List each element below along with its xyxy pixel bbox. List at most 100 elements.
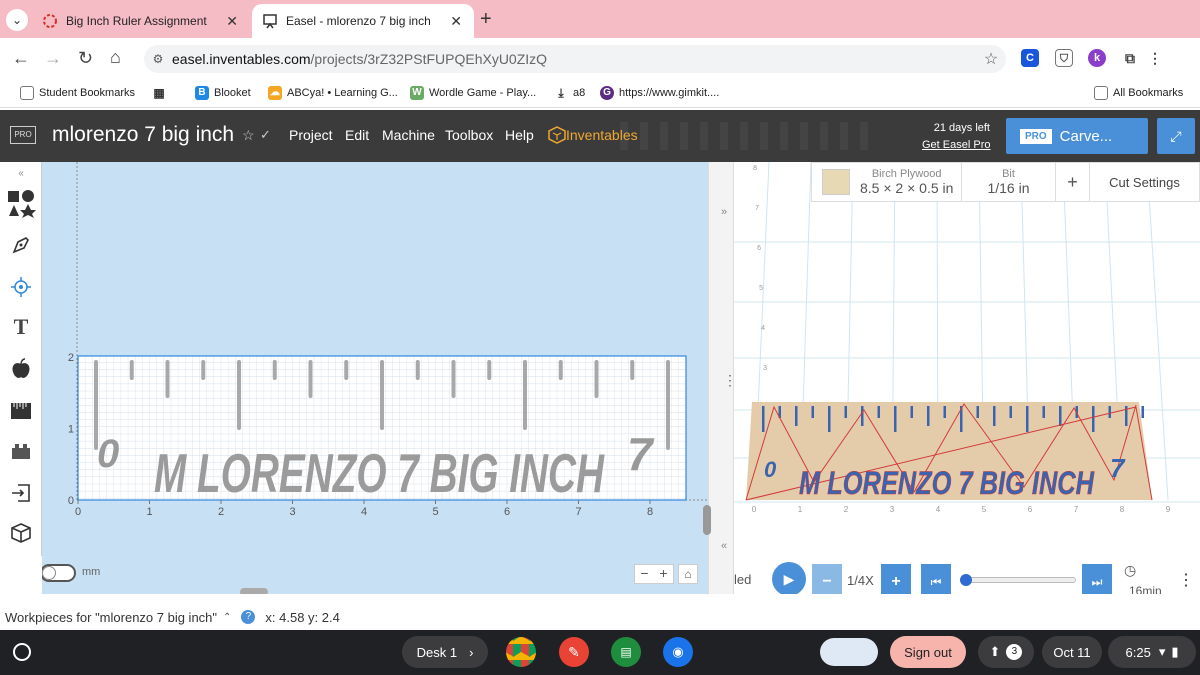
ruler-text[interactable]: M LORENZO 7 BIG INCH: [154, 442, 605, 504]
panel-splitter[interactable]: » ⋮ «: [703, 162, 737, 594]
pro-badge: PRO: [1020, 128, 1052, 144]
extension-k-icon[interactable]: k: [1088, 49, 1106, 67]
bookmark-a8[interactable]: ⤓ a8: [554, 84, 585, 102]
apps-icon[interactable]: [6, 396, 36, 426]
menu-edit[interactable]: Edit: [345, 127, 369, 143]
play-button[interactable]: ▶: [772, 562, 806, 594]
chrome-app-icon[interactable]: [505, 636, 537, 668]
3d-box-icon[interactable]: [6, 518, 36, 548]
home-icon[interactable]: ⌂: [110, 47, 121, 68]
help-icon[interactable]: ?: [241, 610, 256, 624]
holding-space-icon[interactable]: [818, 636, 880, 668]
bookmark-blooket[interactable]: B Blooket: [195, 84, 251, 102]
reload-icon[interactable]: ↻: [78, 48, 93, 69]
zoom-in-button[interactable]: +: [654, 565, 673, 583]
classroom-app-icon[interactable]: ▤: [610, 636, 642, 668]
ruler-zero-label[interactable]: 0: [97, 432, 119, 476]
bit-selector[interactable]: Bit 1/16 in: [962, 163, 1056, 201]
home-view-icon[interactable]: ⌂: [678, 564, 698, 584]
close-tab-icon[interactable]: ✕: [450, 13, 462, 30]
launcher-icon[interactable]: [10, 636, 34, 668]
bookmark-wordle[interactable]: W Wordle Game - Play...: [410, 84, 536, 102]
skip-end-button[interactable]: ⏭: [1082, 564, 1112, 594]
tab-title: Easel - mlorenzo 7 big inch: [286, 14, 431, 28]
pen-icon[interactable]: [6, 230, 36, 260]
workpieces-label[interactable]: Workpieces for "mlorenzo 7 big inch": [5, 610, 217, 625]
ruler-seven-label[interactable]: 7: [627, 428, 655, 480]
camera-app-icon[interactable]: ◉: [662, 636, 694, 668]
design-canvas[interactable]: 0 M LORENZO 7 BIG INCH 7 012 012345678 i…: [42, 162, 708, 594]
menu-help[interactable]: Help: [505, 127, 534, 143]
status-tray[interactable]: 6:25 ▾ ▮: [1108, 636, 1196, 668]
collapse-up-icon[interactable]: «: [6, 164, 36, 182]
ruler-tick: [594, 360, 599, 398]
tab-easel[interactable]: Easel - mlorenzo 7 big inch ✕: [252, 4, 474, 38]
date-display[interactable]: Oct 11: [1042, 636, 1102, 668]
add-bit-button[interactable]: +: [1056, 163, 1090, 201]
new-tab-button[interactable]: +: [480, 8, 492, 31]
material-selector[interactable]: Birch Plywood 8.5 × 2 × 0.5 in: [812, 163, 962, 201]
canvas-app-icon[interactable]: ✎: [558, 636, 590, 668]
toggle-knob: [42, 566, 56, 580]
inventables-logo[interactable]: Inventables: [548, 126, 638, 144]
back-icon[interactable]: ←: [12, 48, 30, 69]
address-bar[interactable]: ⚙ easel.inventables.com/projects/3rZ32PS…: [144, 45, 1006, 73]
close-tab-icon[interactable]: ✕: [226, 13, 238, 30]
preview-y-label: 5: [759, 285, 763, 292]
desk-switcher[interactable]: Desk 1 ›: [402, 636, 488, 668]
bookmark-star-icon[interactable]: ☆: [976, 49, 1006, 69]
ruler-tick: [129, 360, 134, 380]
all-bookmarks[interactable]: All Bookmarks: [1094, 84, 1183, 102]
expand-right-icon[interactable]: »: [721, 206, 727, 218]
progress-knob[interactable]: [960, 574, 972, 586]
star-icon[interactable]: ☆: [242, 127, 255, 144]
cut-label: led: [734, 572, 752, 587]
menu-machine[interactable]: Machine: [382, 127, 435, 143]
zoom-out-button[interactable]: −: [635, 565, 654, 583]
status-bar: Workpieces for "mlorenzo 7 big inch" ⌃ ?…: [0, 604, 720, 630]
extensions-puzzle-icon[interactable]: ⧉: [1121, 49, 1139, 67]
collapse-left-icon[interactable]: «: [721, 540, 727, 552]
cut-settings-button[interactable]: Cut Settings: [1090, 163, 1199, 201]
shapes-icon[interactable]: [6, 188, 36, 218]
get-easel-pro-link[interactable]: Get Easel Pro: [922, 139, 990, 151]
notification-tray[interactable]: ⬆ 3: [978, 636, 1034, 668]
import-icon[interactable]: [6, 478, 36, 508]
speed-up-button[interactable]: +: [881, 564, 911, 594]
shield-icon[interactable]: ⛉: [1055, 49, 1073, 67]
bookmark-student[interactable]: Student Bookmarks: [20, 84, 135, 102]
expand-icon[interactable]: ⤢: [1157, 118, 1195, 154]
more-options-icon[interactable]: ⋮: [1178, 570, 1194, 590]
apps-grid-icon[interactable]: ▦: [152, 84, 171, 102]
target-icon[interactable]: [6, 272, 36, 302]
extension-c-icon[interactable]: C: [1021, 49, 1039, 67]
tab-search-icon[interactable]: ⌄: [6, 9, 28, 31]
apple-icon[interactable]: [6, 354, 36, 384]
menu-project[interactable]: Project: [289, 127, 333, 143]
chevron-down-icon[interactable]: ✓: [260, 127, 271, 143]
tab-big-inch-ruler[interactable]: Big Inch Ruler Assignment ✕: [32, 4, 250, 38]
bookmark-abcya[interactable]: ☁ ABCya! • Learning G...: [268, 84, 398, 102]
horizontal-scrollbar[interactable]: [240, 588, 268, 594]
rewind-button[interactable]: ⏮: [921, 564, 951, 594]
carve-button[interactable]: PRO Carve...: [1006, 118, 1148, 154]
easel-icon: [263, 14, 277, 29]
text-icon[interactable]: T: [6, 312, 36, 342]
preview-y-axis: 3 4 5 6 7 8: [753, 165, 767, 372]
scrollbar-thumb[interactable]: [703, 505, 711, 535]
site-info-icon[interactable]: ⚙: [144, 52, 172, 66]
project-title[interactable]: mlorenzo 7 big inch: [52, 123, 234, 147]
chrome-menu-icon[interactable]: ⋮: [1146, 49, 1164, 67]
chevron-up-icon[interactable]: ⌃: [223, 612, 231, 623]
progress-slider[interactable]: [960, 577, 1076, 583]
block-icon[interactable]: [6, 436, 36, 466]
y-tick-label: 1: [68, 424, 74, 436]
speed-down-button[interactable]: −: [812, 564, 842, 594]
bookmark-gimkit[interactable]: Ghttps://www.gimkit....: [600, 84, 719, 102]
forward-icon[interactable]: →: [44, 48, 62, 69]
3d-preview[interactable]: 0 M LORENZO 7 BIG INCH 7 3 4 5 6 7 8 0 1 2 3 4 5 6 7…: [734, 162, 1200, 594]
menu-toolbox[interactable]: Toolbox: [445, 127, 493, 143]
unit-toggle[interactable]: [42, 564, 76, 582]
sign-out-button[interactable]: Sign out: [890, 636, 966, 668]
ruler-tick: [558, 360, 563, 380]
